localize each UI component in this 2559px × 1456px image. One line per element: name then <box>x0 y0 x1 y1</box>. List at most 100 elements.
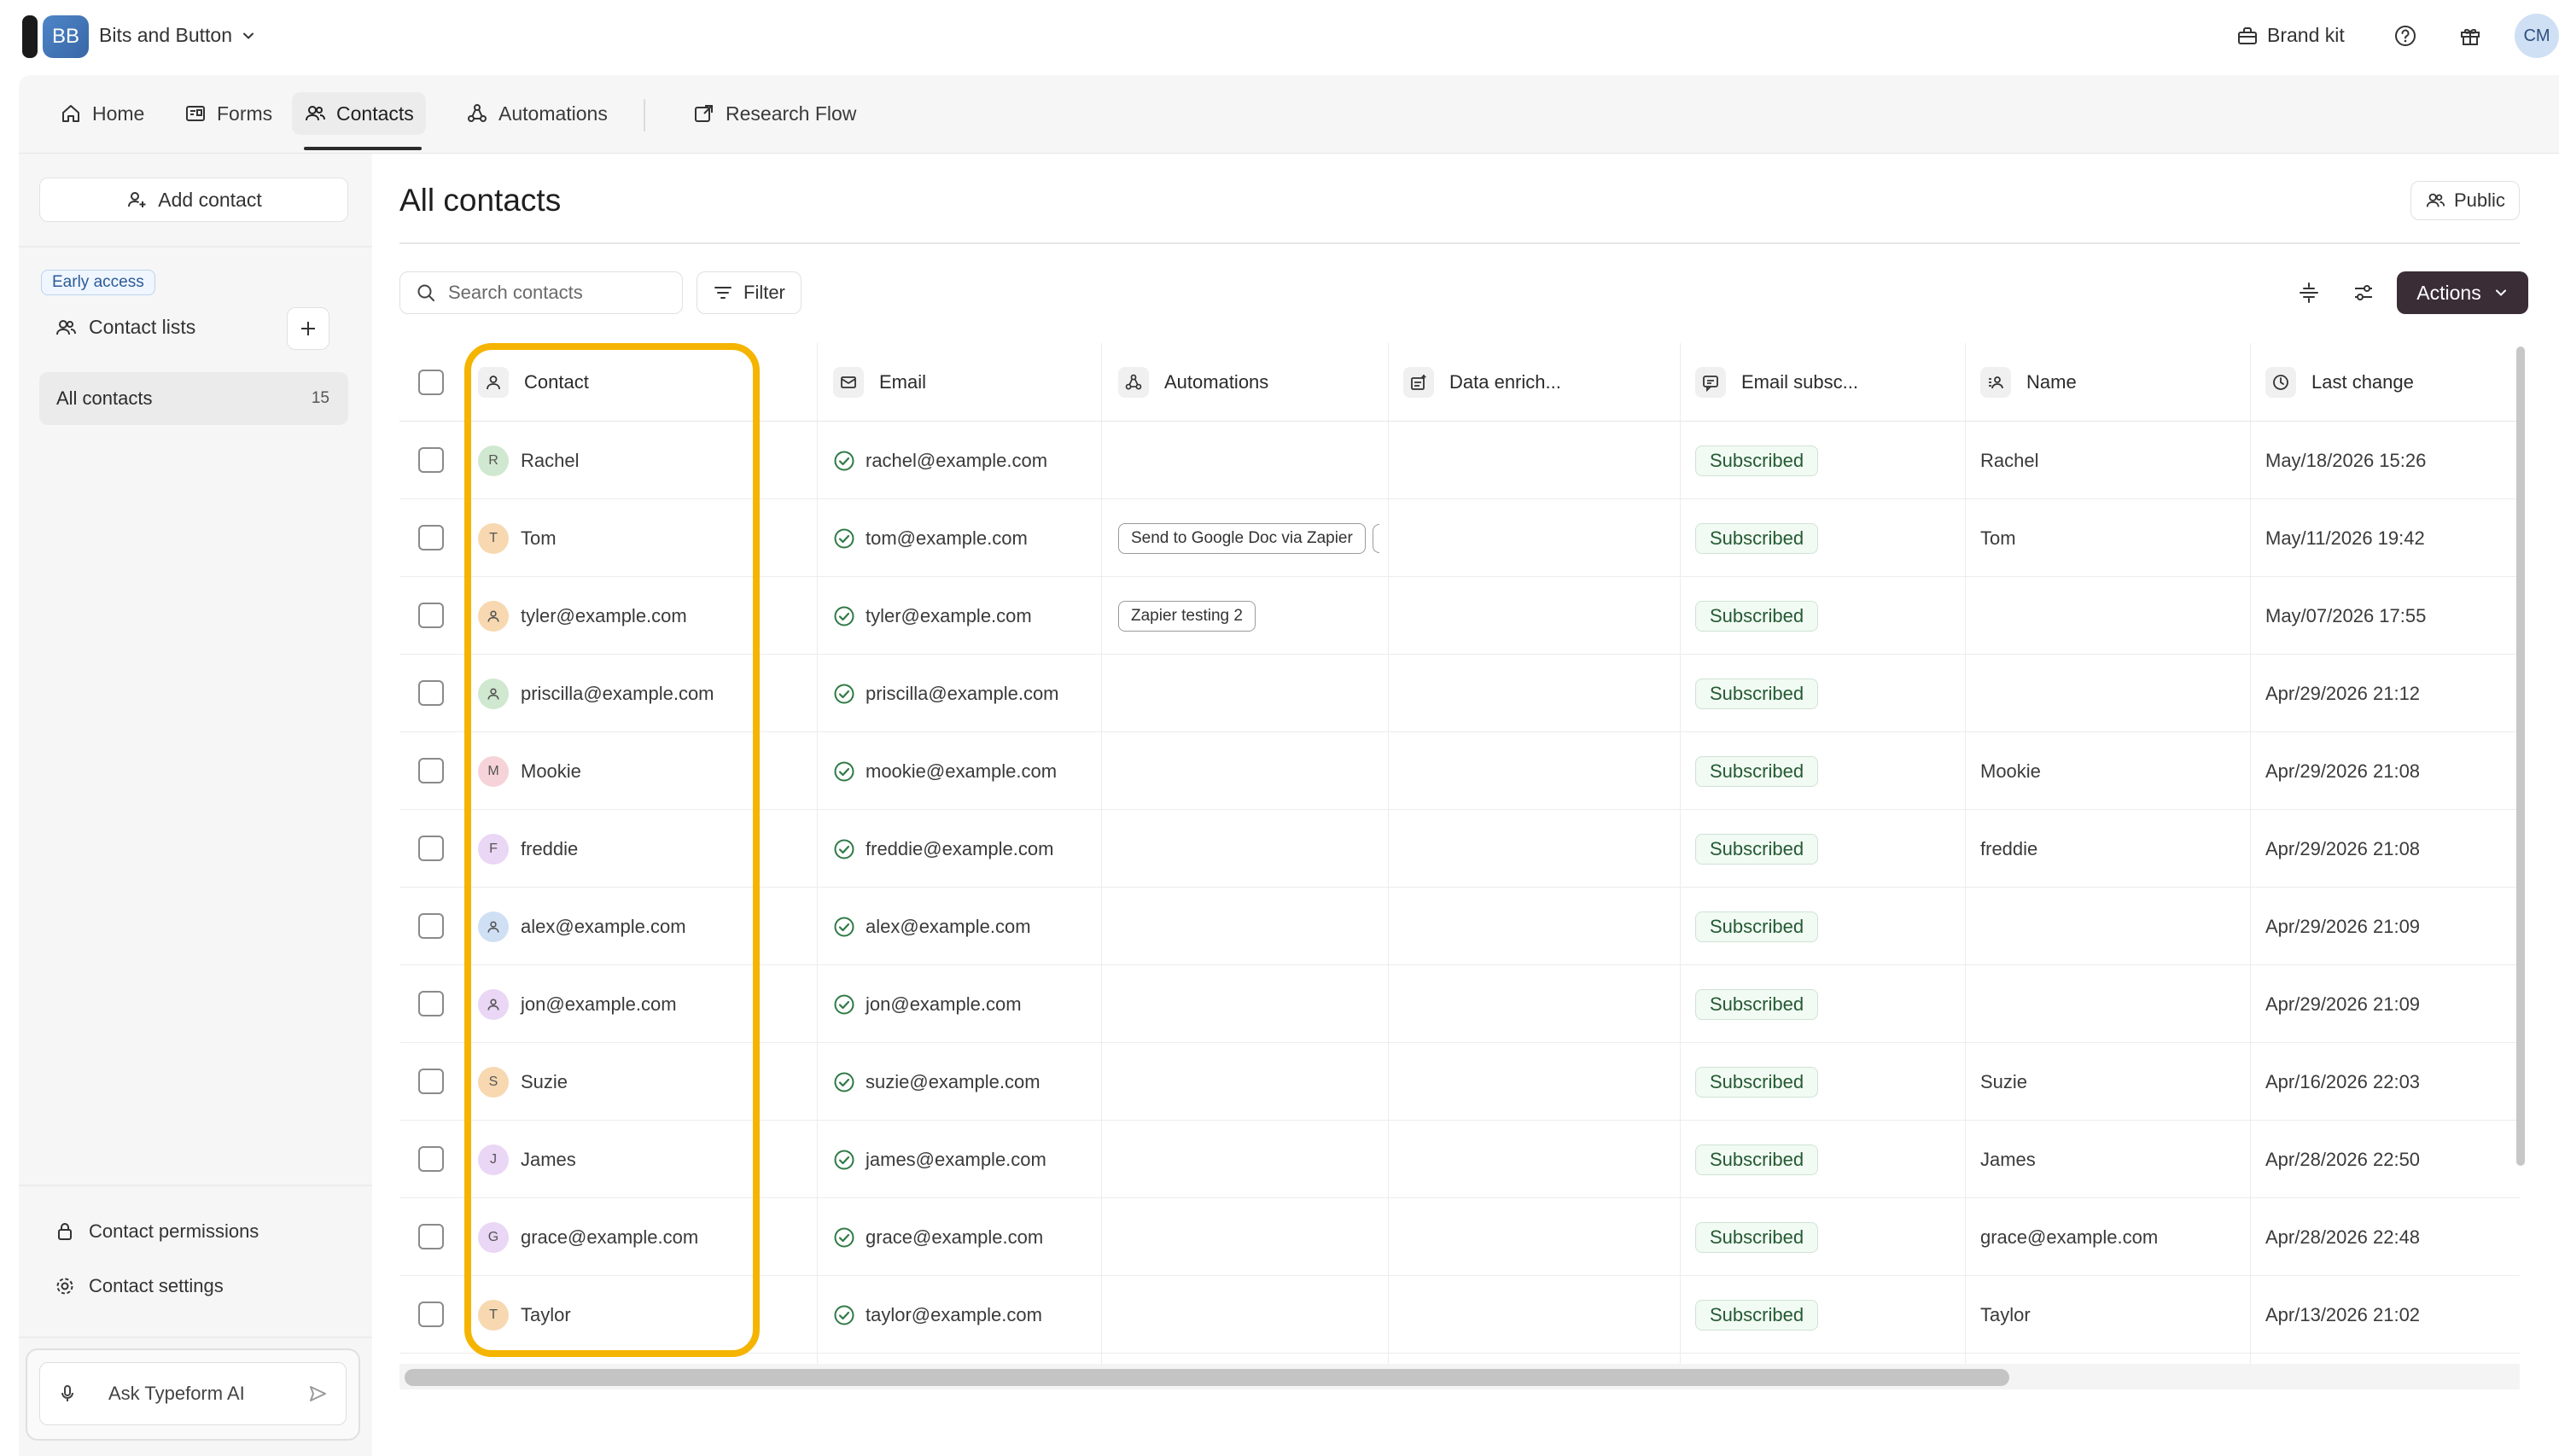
gift-button[interactable] <box>2453 19 2487 53</box>
gift-icon <box>2458 24 2482 48</box>
user-avatar[interactable]: CM <box>2515 14 2559 58</box>
name-cell[interactable]: grace@example.com <box>1980 1198 2158 1276</box>
column-header-name[interactable]: Name <box>1980 343 2077 422</box>
workspace-switcher-handle[interactable] <box>22 15 38 58</box>
last-change-cell[interactable]: Apr/29/2026 21:08 <box>2265 732 2420 810</box>
subscription-cell[interactable]: Subscribed <box>1695 655 1819 732</box>
verified-check-icon <box>833 760 855 783</box>
name-cell[interactable]: Tom <box>1980 499 2016 577</box>
row-checkbox[interactable] <box>418 1146 444 1172</box>
column-header-email-subscription[interactable]: Email subsc... <box>1695 343 1858 422</box>
add-contact-button[interactable]: Add contact <box>39 178 348 222</box>
row-checkbox[interactable] <box>418 758 444 783</box>
email-cell[interactable]: tyler@example.com <box>833 577 1032 655</box>
subscription-cell[interactable]: Subscribed <box>1695 888 1819 965</box>
tab-home[interactable]: Home <box>48 92 156 135</box>
ask-ai-input[interactable]: Ask Typeform AI <box>39 1362 347 1425</box>
public-button[interactable]: Public <box>2410 181 2520 220</box>
tab-contacts[interactable]: Contacts <box>292 92 426 135</box>
row-checkbox[interactable] <box>418 913 444 939</box>
last-change-cell[interactable]: Apr/28/2026 22:50 <box>2265 1121 2420 1198</box>
send-icon[interactable] <box>306 1383 329 1405</box>
name-cell[interactable]: James <box>1980 1121 2036 1198</box>
row-checkbox[interactable] <box>418 1224 444 1249</box>
help-button[interactable] <box>2388 19 2422 53</box>
email-cell[interactable]: suzie@example.com <box>833 1043 1041 1121</box>
automations-cell[interactable]: Zapier testing 2 <box>1118 577 1256 655</box>
row-checkbox[interactable] <box>418 991 444 1016</box>
search-input[interactable]: Search contacts <box>399 271 683 314</box>
subscription-cell[interactable]: Subscribed <box>1695 1276 1819 1354</box>
workspace-name-dropdown[interactable]: Bits and Button <box>99 24 256 47</box>
sidebar-item-contact-permissions[interactable]: Contact permissions <box>55 1220 259 1243</box>
last-change-cell[interactable]: May/11/2026 19:42 <box>2265 499 2425 577</box>
vertical-scrollbar-thumb[interactable] <box>2516 347 2525 1166</box>
last-change-cell[interactable]: May/07/2026 17:55 <box>2265 577 2426 655</box>
email-cell[interactable]: mookie@example.com <box>833 732 1057 810</box>
subscription-cell[interactable]: Subscribed <box>1695 499 1819 577</box>
email-cell[interactable]: jon@example.com <box>833 965 1022 1043</box>
add-contact-list-button[interactable] <box>287 307 329 350</box>
name-cell[interactable]: Mookie <box>1980 732 2041 810</box>
last-change-cell[interactable]: Apr/29/2026 21:09 <box>2265 888 2420 965</box>
email-cell[interactable]: tom@example.com <box>833 499 1028 577</box>
email-cell[interactable]: freddie@example.com <box>833 810 1053 888</box>
email-cell[interactable]: priscilla@example.com <box>833 655 1059 732</box>
column-header-data-enrichment[interactable]: Data enrich... <box>1403 343 1561 422</box>
subscription-cell[interactable]: Subscribed <box>1695 1043 1819 1121</box>
email-cell[interactable]: taylor@example.com <box>833 1276 1042 1354</box>
email-cell[interactable]: grace@example.com <box>833 1198 1043 1276</box>
subscription-cell[interactable]: Subscribed <box>1695 1198 1819 1276</box>
email-cell[interactable]: rachel@example.com <box>833 422 1047 499</box>
column-header-last-change[interactable]: Last change <box>2265 343 2414 422</box>
subscription-cell[interactable]: Subscribed <box>1695 422 1819 499</box>
subscription-cell[interactable]: Subscribed <box>1695 810 1819 888</box>
verified-check-icon <box>833 527 855 550</box>
last-change-cell[interactable]: Apr/29/2026 21:12 <box>2265 655 2420 732</box>
tab-research-flow[interactable]: Research Flow <box>681 92 868 135</box>
automation-chip[interactable]: Send to Google Doc via Zapier <box>1118 522 1366 554</box>
name-cell[interactable]: Taylor <box>1980 1276 2031 1354</box>
last-change-cell[interactable]: Apr/13/2026 21:02 <box>2265 1276 2420 1354</box>
last-change-cell[interactable]: Apr/29/2026 21:08 <box>2265 810 2420 888</box>
row-checkbox[interactable] <box>418 603 444 628</box>
column-header-email[interactable]: Email <box>833 343 926 422</box>
actions-button[interactable]: Actions <box>2397 271 2528 314</box>
automation-chip[interactable]: Zapier testing 2 <box>1118 600 1256 632</box>
row-checkbox[interactable] <box>418 836 444 861</box>
select-all-checkbox[interactable] <box>418 370 444 395</box>
subscription-cell[interactable]: Subscribed <box>1695 732 1819 810</box>
last-change-cell[interactable]: Apr/29/2026 21:09 <box>2265 965 2420 1043</box>
subscription-cell[interactable]: Subscribed <box>1695 1121 1819 1198</box>
sidebar-item-contact-settings[interactable]: Contact settings <box>55 1275 224 1297</box>
filter-button[interactable]: Filter <box>697 271 802 314</box>
sidebar-item-all-contacts[interactable]: All contacts 15 <box>39 372 348 425</box>
sidebar-item-contact-lists[interactable]: Contact lists <box>55 316 195 339</box>
email-cell[interactable]: alex@example.com <box>833 888 1031 965</box>
row-checkbox[interactable] <box>418 447 444 473</box>
automation-chip-overflow[interactable] <box>1372 523 1379 553</box>
row-checkbox[interactable] <box>418 1302 444 1327</box>
row-checkbox[interactable] <box>418 1069 444 1094</box>
last-change-cell[interactable]: Apr/28/2026 22:48 <box>2265 1198 2420 1276</box>
row-checkbox[interactable] <box>418 525 444 550</box>
name-cell[interactable]: freddie <box>1980 810 2037 888</box>
column-header-automations[interactable]: Automations <box>1118 343 1268 422</box>
last-change-cell[interactable]: May/18/2026 15:26 <box>2265 422 2426 499</box>
subscription-cell[interactable]: Subscribed <box>1695 965 1819 1043</box>
automations-cell[interactable]: Send to Google Doc via Zapier <box>1118 499 1379 577</box>
brand-kit-button[interactable]: Brand kit <box>2236 24 2345 47</box>
row-checkbox[interactable] <box>418 680 444 706</box>
name-cell[interactable]: Rachel <box>1980 422 2038 499</box>
last-change-cell[interactable]: Apr/16/2026 22:03 <box>2265 1043 2420 1121</box>
tab-forms[interactable]: Forms <box>172 92 284 135</box>
horizontal-scrollbar-thumb[interactable] <box>405 1369 2009 1386</box>
tab-automations[interactable]: Automations <box>454 92 620 135</box>
microphone-icon[interactable] <box>57 1383 78 1404</box>
workspace-logo[interactable]: BB <box>43 15 89 58</box>
view-settings-button[interactable] <box>2347 277 2380 309</box>
subscription-cell[interactable]: Subscribed <box>1695 577 1819 655</box>
name-cell[interactable]: Suzie <box>1980 1043 2027 1121</box>
email-cell[interactable]: james@example.com <box>833 1121 1046 1198</box>
row-density-button[interactable] <box>2293 277 2325 309</box>
